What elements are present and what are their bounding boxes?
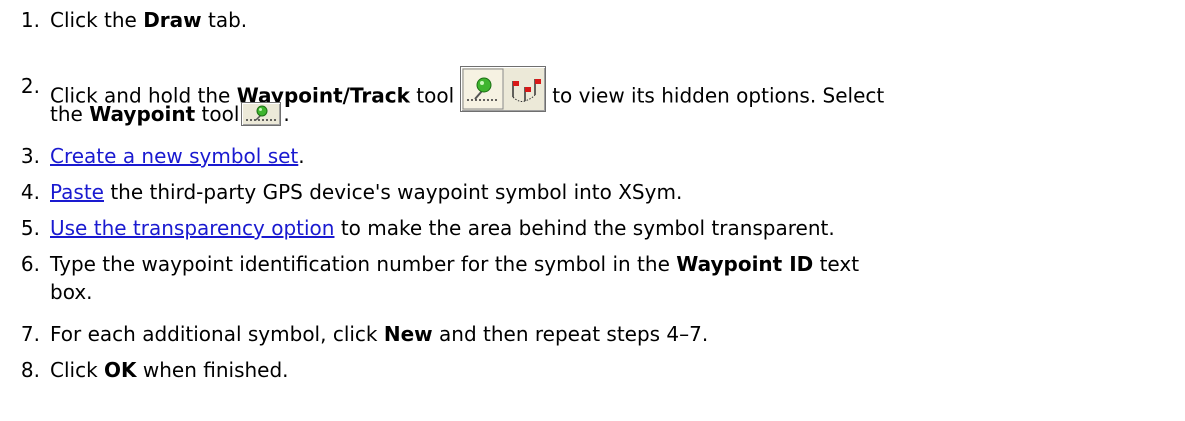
step-text: box. xyxy=(50,280,93,304)
instruction-list: 1. Click the Draw tab. 2. Click and hold… xyxy=(0,0,1185,421)
step-number: 7. xyxy=(20,322,40,346)
step-number: 4. xyxy=(20,180,40,204)
step-text: the Waypoint tool . xyxy=(50,101,290,126)
transparency-option-link[interactable]: Use the transparency option xyxy=(50,216,334,240)
waypoint-track-tool-icon xyxy=(460,66,547,112)
step-text: Use the transparency option to make the … xyxy=(50,216,835,240)
step-text: Click OK when finished. xyxy=(50,358,289,382)
step-number: 5. xyxy=(20,216,40,240)
step-text: Paste the third-party GPS device's waypo… xyxy=(50,180,683,204)
ok-button-label: OK xyxy=(104,358,137,382)
waypoint-id-label: Waypoint ID xyxy=(676,252,814,276)
step-text: Type the waypoint identification number … xyxy=(50,252,860,276)
draw-tab-label: Draw xyxy=(143,8,202,32)
waypoint-label: Waypoint xyxy=(89,102,196,126)
step-text: For each additional symbol, click New an… xyxy=(50,322,709,346)
step-number: 2. xyxy=(20,74,40,98)
new-button-label: New xyxy=(383,322,433,346)
step-number: 8. xyxy=(20,358,40,382)
step-text: Click the Draw tab. xyxy=(50,8,248,32)
step-text: Create a new symbol set. xyxy=(50,144,305,168)
paste-link[interactable]: Paste xyxy=(50,180,104,204)
waypoint-tool-icon xyxy=(241,101,282,126)
create-symbol-set-link[interactable]: Create a new symbol set xyxy=(50,144,298,168)
step-number: 3. xyxy=(20,144,40,168)
step-number: 6. xyxy=(20,252,40,276)
step-number: 1. xyxy=(20,8,40,32)
